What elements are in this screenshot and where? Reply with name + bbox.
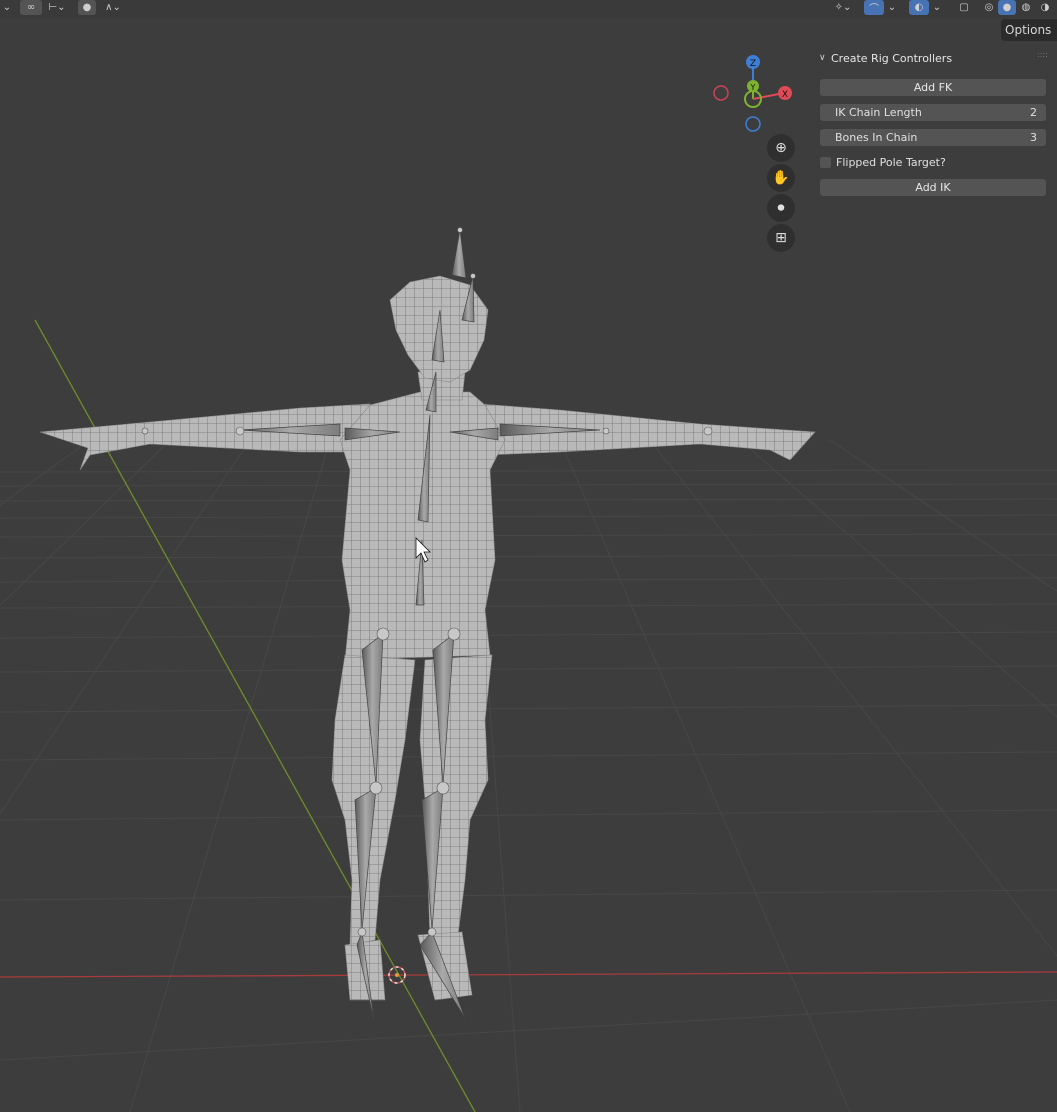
- bones-in-chain-label: Bones In Chain: [835, 131, 918, 144]
- ik-chain-length-label: IK Chain Length: [835, 106, 922, 119]
- falloff-icon[interactable]: ∧⌄: [100, 0, 126, 15]
- proportional-edit-icon[interactable]: ●: [78, 0, 96, 15]
- svg-text:X: X: [782, 90, 788, 100]
- bones-in-chain-value: 3: [1030, 131, 1037, 144]
- svg-text:Y: Y: [750, 83, 756, 92]
- xray-icon[interactable]: ◐: [909, 0, 929, 15]
- toggle-xray-icon[interactable]: ▢: [955, 0, 973, 15]
- panel-header[interactable]: ∨ Create Rig Controllers: [819, 50, 1049, 66]
- perspective-grid-icon[interactable]: ⊞: [767, 224, 795, 252]
- viewport-header: ⌄ ∞ ⊢⌄ ● ∧⌄ ✧⌄ ⌒ ⌄ ◐ ⌄ ▢ ◎ ● ◍ ◑: [0, 0, 1057, 18]
- navigation-gizmo[interactable]: Z Y X: [705, 50, 805, 140]
- floor-grid: [0, 439, 1057, 1112]
- drag-grip-icon[interactable]: ::::: [1037, 51, 1049, 59]
- svg-text:Z: Z: [750, 59, 756, 69]
- flipped-pole-target-label: Flipped Pole Target?: [836, 156, 946, 169]
- overlay-dropdown-icon[interactable]: ⌄: [886, 0, 898, 15]
- solid-shading-icon[interactable]: ●: [998, 0, 1016, 15]
- add-fk-button[interactable]: Add FK: [820, 79, 1046, 96]
- camera-view-icon[interactable]: ⏺: [767, 194, 795, 222]
- xray-dropdown-icon[interactable]: ⌄: [931, 0, 943, 15]
- flipped-pole-target-toggle[interactable]: Flipped Pole Target?: [820, 154, 1046, 171]
- rendered-shading-icon[interactable]: ◑: [1036, 0, 1054, 15]
- create-rig-controllers-panel: ∨ Create Rig Controllers :::: Add FK IK …: [813, 46, 1053, 204]
- ik-chain-length-field[interactable]: IK Chain Length 2: [820, 104, 1046, 121]
- x-axis-line: [0, 971, 1057, 978]
- zoom-icon[interactable]: ⊕: [767, 134, 795, 162]
- flipped-pole-target-checkbox[interactable]: [820, 157, 831, 168]
- snap-icon[interactable]: ⊢⌄: [42, 0, 72, 15]
- pan-hand-icon[interactable]: ✋: [767, 164, 795, 192]
- options-tab[interactable]: Options: [1001, 19, 1057, 41]
- character-mesh: [39, 275, 816, 1001]
- neg-x-axis-icon: [713, 85, 729, 101]
- chevron-down-icon: ∨: [819, 53, 826, 63]
- add-ik-button[interactable]: Add IK: [820, 179, 1046, 196]
- bones-in-chain-field[interactable]: Bones In Chain 3: [820, 129, 1046, 146]
- panel-title: Create Rig Controllers: [831, 51, 953, 65]
- gizmo-icon[interactable]: ✧⌄: [828, 0, 858, 15]
- link-icon[interactable]: ∞: [20, 0, 42, 15]
- neg-z-axis-icon: [745, 116, 761, 132]
- wireframe-shading-icon[interactable]: ◎: [980, 0, 998, 15]
- overlay-icon[interactable]: ⌒: [864, 0, 884, 15]
- cursor-icon[interactable]: ⌄: [0, 0, 14, 15]
- ik-chain-length-value: 2: [1030, 106, 1037, 119]
- material-shading-icon[interactable]: ◍: [1017, 0, 1035, 15]
